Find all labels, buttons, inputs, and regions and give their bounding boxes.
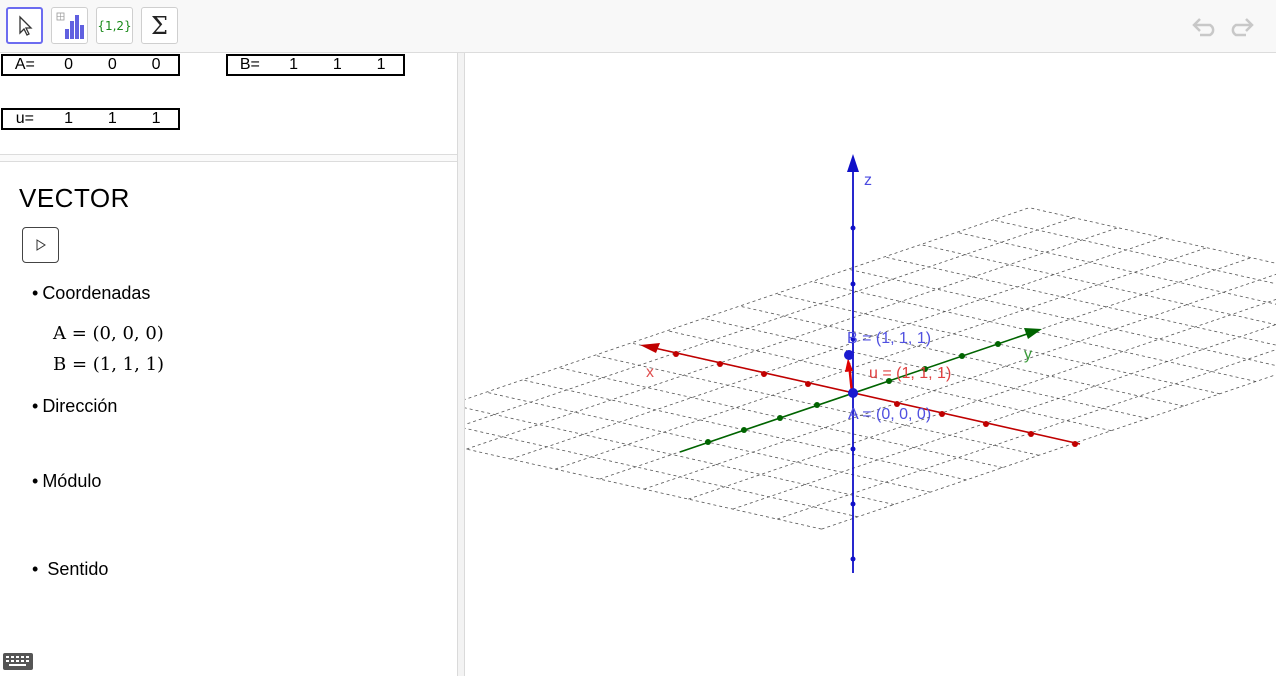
cell-u-z[interactable]: 1: [134, 110, 178, 128]
cell-b-y[interactable]: 1: [316, 56, 360, 74]
point-b-equation: B = (1, 1, 1): [53, 354, 165, 375]
keyboard-icon: [3, 653, 33, 670]
pane-divider[interactable]: [457, 53, 465, 676]
page-title: VECTOR: [19, 183, 130, 213]
play-button[interactable]: [22, 227, 59, 263]
play-icon: [36, 239, 46, 251]
grid-line: [732, 324, 1276, 510]
pane-separator[interactable]: [0, 154, 457, 162]
bullet-modulo: • Módulo: [32, 471, 102, 491]
keyboard-button[interactable]: [3, 651, 33, 671]
sum-tool-button[interactable]: Σ: [141, 7, 178, 44]
cell-row-b[interactable]: B= 1 1 1: [226, 54, 405, 76]
statistics-tool-button[interactable]: [51, 7, 88, 44]
cell-u-x[interactable]: 1: [47, 110, 91, 128]
cell-b-z[interactable]: 1: [359, 56, 403, 74]
grid-line: [555, 247, 1207, 470]
grid-line: [1029, 207, 1276, 264]
cell-row-u[interactable]: u= 1 1 1: [1, 108, 180, 130]
grid-line: [992, 219, 1276, 285]
grid-line: [449, 404, 895, 505]
bar-chart-icon: [56, 12, 84, 39]
redo-button[interactable]: [1224, 12, 1258, 40]
grid-line: [848, 268, 1276, 366]
vector-u-label[interactable]: u = (1, 1, 1): [869, 365, 951, 382]
cell-label-u: u=: [15, 110, 34, 127]
bullet-sentido: • Sentido: [32, 559, 109, 579]
cell-row-a[interactable]: A= 0 0 0: [1, 54, 180, 76]
toolbar: {1,2} Σ: [0, 0, 1276, 53]
spreadsheet-view: A= 0 0 0 B= 1 1 1 u= 1 1 1: [0, 53, 457, 155]
point-a-equation: A = (0, 0, 0): [53, 323, 164, 344]
point-a-label[interactable]: A = (0, 0, 0): [848, 406, 931, 423]
cell-a-x[interactable]: 0: [47, 56, 91, 74]
list-braces-icon: {1,2}: [97, 18, 132, 33]
move-tool-button[interactable]: [6, 7, 43, 44]
point-b-label[interactable]: B = (1, 1, 1): [847, 330, 931, 347]
cell-u-y[interactable]: 1: [91, 110, 135, 128]
undo-icon: [1192, 18, 1215, 37]
x-axis-label: x: [646, 364, 654, 381]
list-tool-button[interactable]: {1,2}: [96, 7, 133, 44]
cell-b-x[interactable]: 1: [272, 56, 316, 74]
sense-label: Sentido: [47, 559, 109, 579]
bullet-direccion: • Dirección: [32, 396, 118, 416]
direction-label: Dirección: [42, 396, 118, 416]
bullet-coordenadas: • Coordenadas: [32, 283, 151, 303]
cursor-arrow-icon: [18, 14, 33, 36]
graphics-canvas[interactable]: x y z B = (1, 1, 1) u = (1, 1, 1) A = (0…: [377, 53, 1276, 676]
grid-line: [688, 299, 1276, 500]
x-axis: [640, 343, 1081, 447]
y-axis-label: y: [1024, 346, 1032, 363]
grid-line: [377, 428, 822, 530]
cell-a-z[interactable]: 0: [134, 56, 178, 74]
cell-label-a: A=: [14, 56, 35, 73]
left-pane: A= 0 0 0 B= 1 1 1 u= 1 1 1 VECTOR • Coord…: [0, 53, 457, 676]
z-axis-label: z: [864, 172, 872, 189]
grid-line: [956, 231, 1276, 305]
redo-icon: [1231, 18, 1254, 37]
sigma-icon: Σ: [151, 11, 168, 40]
module-label: Módulo: [42, 471, 102, 491]
cell-label-b: B=: [239, 56, 260, 73]
grid-line: [466, 227, 1119, 450]
grid-line: [643, 273, 1276, 490]
grid-line: [421, 217, 1074, 440]
point-b[interactable]: [844, 350, 854, 360]
grid-line: [413, 416, 858, 518]
graphics-3d-view[interactable]: x y z B = (1, 1, 1) u = (1, 1, 1) A = (0…: [377, 53, 1276, 676]
coords-label: Coordenadas: [42, 283, 151, 303]
vector-u[interactable]: [845, 358, 854, 394]
undo-button[interactable]: [1188, 12, 1222, 40]
point-a[interactable]: [848, 388, 858, 398]
cell-a-y[interactable]: 0: [91, 56, 135, 74]
